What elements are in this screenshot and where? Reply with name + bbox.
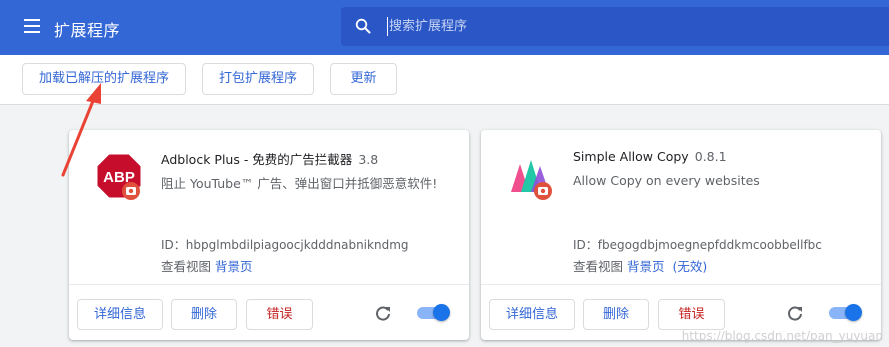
pack-extension-button[interactable]: 打包扩展程序 [202,63,314,95]
details-button[interactable]: 详细信息 [77,299,163,330]
details-button[interactable]: 详细信息 [489,299,575,330]
extension-description: Allow Copy on every websites [573,173,760,188]
search-box[interactable] [341,7,889,46]
errors-button[interactable]: 错误 [246,299,313,330]
background-page-link[interactable]: 背景页 [215,259,253,274]
remove-button[interactable]: 删除 [171,299,237,330]
extension-version: 0.8.1 [694,149,727,164]
extension-id: ID：hbpglmbdilpiagoocjkdddnabnikndmg [161,238,409,252]
reload-icon[interactable] [786,305,804,323]
text-cursor [387,17,388,36]
extension-version: 3.8 [358,152,379,167]
adblock-plus-icon: ABP [96,153,142,200]
page-title: 扩展程序 [54,21,121,40]
card-footer: 详细信息 删除 错误 [69,284,469,340]
enable-toggle[interactable] [417,304,450,321]
extension-card-simple-allow-copy: Simple Allow Copy 0.8.1 Allow Copy on eve… [481,130,881,340]
load-unpacked-button[interactable]: 加载已解压的扩展程序 [22,63,186,95]
extension-name: Simple Allow Copy 0.8.1 [573,149,727,164]
errors-button[interactable]: 错误 [658,299,725,330]
app-header: 扩展程序 [0,0,889,55]
enable-toggle[interactable] [829,304,862,321]
watermark: https://blog.csdn.net/pan_yuyuan [681,329,883,343]
inactive-link[interactable]: (无效) [673,259,708,274]
update-button[interactable]: 更新 [330,63,397,95]
extension-description: 阻止 YouTube™ 广告、弹出窗口并抵御恶意软件! [161,176,438,191]
reload-icon[interactable] [374,305,392,323]
background-page-link[interactable]: 背景页 [627,259,665,274]
developer-toolbar: 加载已解压的扩展程序 打包扩展程序 更新 [0,55,889,105]
remove-button[interactable]: 删除 [583,299,649,330]
inspect-views: 查看视图 背景页 [161,256,253,275]
extension-card-adblock-plus: ABP Adblock Plus - 免费的广告拦截器 3.8 阻止 YouTub… [69,130,469,340]
extension-id: ID：fbegogdbjmoegnepfddkmcoobbellfbc [573,238,822,252]
extension-name: Adblock Plus - 免费的广告拦截器 3.8 [161,152,379,167]
hamburger-menu-icon[interactable] [24,19,40,33]
inspect-views-label: 查看视图 [573,259,624,274]
inspect-views-label: 查看视图 [161,259,212,274]
inspect-views: 查看视图 背景页 (无效) [573,256,707,275]
search-icon [355,18,371,34]
search-input[interactable] [389,7,869,46]
simple-allow-copy-icon [511,160,552,200]
